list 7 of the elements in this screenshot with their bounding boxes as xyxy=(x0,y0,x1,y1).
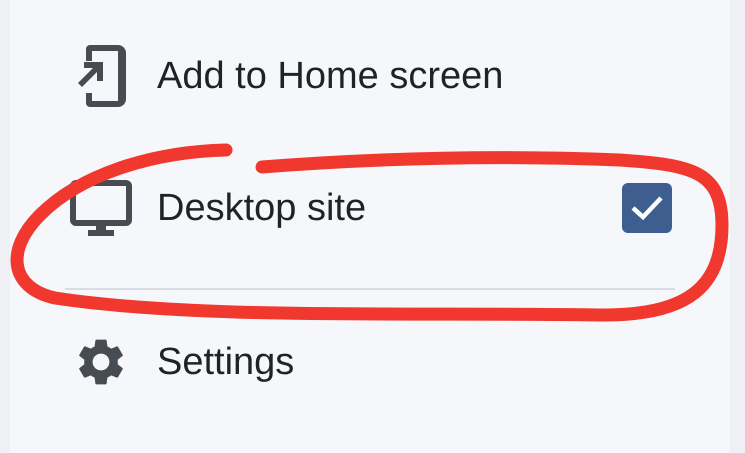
checkbox[interactable] xyxy=(622,183,672,233)
monitor-icon xyxy=(70,180,132,236)
menu-item[interactable]: Add to Home screen xyxy=(10,10,730,142)
menu-item[interactable]: Settings xyxy=(10,296,730,428)
checkmark-icon xyxy=(630,195,664,221)
menu-item[interactable]: Desktop site xyxy=(10,142,730,274)
add-to-phone-icon xyxy=(76,45,126,107)
